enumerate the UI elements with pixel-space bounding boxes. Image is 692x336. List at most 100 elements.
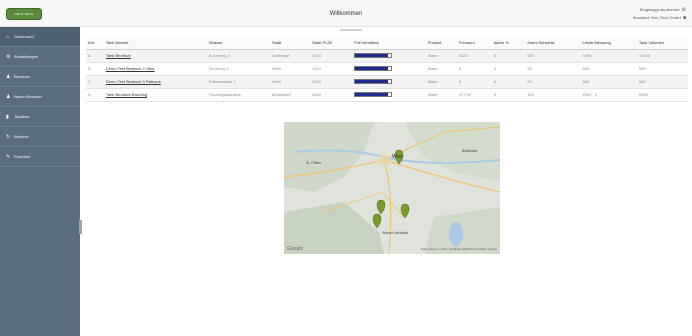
sidebar-item-reports[interactable]: ↻ Berichte — [0, 127, 80, 147]
column-header[interactable]: ID# — [86, 36, 104, 50]
map-canvas[interactable]: Wien St. Pölten Wiener Neustadt Bratisla… — [284, 122, 500, 254]
map-label-wien: Wien — [392, 154, 404, 160]
cell-last-measure: 500 — [580, 62, 637, 76]
cell-free: 5323 — [456, 49, 492, 63]
column-header[interactable]: Stadt — [269, 36, 311, 50]
sidebar-item-label: Produkte — [14, 154, 31, 159]
google-logo[interactable]: Google — [287, 246, 303, 252]
cell-alarm-threshold: 25 — [525, 62, 581, 76]
cell-alarm-threshold: 25 — [525, 75, 581, 89]
column-header[interactable]: Strasse — [206, 36, 270, 50]
cell-alarm-pct: 5 — [491, 49, 526, 63]
sidebar-item-new-user[interactable]: ♟ Neuer Benutzer — [0, 87, 80, 107]
fill-level — [355, 80, 389, 83]
tank-table: ID# Tank Name# Strasse Stadt Stadt PLZ# … — [86, 36, 688, 102]
panel-splitter[interactable] — [340, 29, 362, 31]
fill-level-bar — [354, 66, 393, 71]
sidebar-item-label: Einstellungen — [14, 54, 39, 59]
cell-id: D — [86, 88, 104, 102]
pencil-icon: ✎ — [6, 153, 11, 160]
cell-product: Water — [425, 88, 457, 102]
cell-tank-name-link[interactable]: Tank Beutisch Bisching — [103, 88, 207, 102]
column-header[interactable]: Tank Name# — [103, 36, 207, 50]
cell-free: 477.55 — [456, 88, 492, 102]
sidebar: ⌂ Dashboard ⚙ Einstellungen ♟ Benutzer ♟… — [0, 27, 80, 336]
cell-alarm-pct: 5 — [491, 75, 526, 89]
cell-alarm-threshold: 500 — [525, 49, 581, 63]
cell-last-measure: 2022 - 2 — [580, 88, 637, 102]
sidebar-item-label: Neuer Benutzer — [14, 94, 43, 99]
sidebar-item-dashboard[interactable]: ⌂ Dashboard — [0, 27, 80, 47]
sidebar-item-label: Tankliste — [14, 114, 30, 119]
cell-plz: 1010 — [310, 75, 353, 89]
top-bar: NETZ-TECH Willkommen Eingeloggt als sber… — [0, 0, 692, 27]
cell-product: Water — [425, 49, 457, 63]
fill-level-bar — [354, 53, 393, 58]
cell-product: Water — [425, 62, 457, 76]
column-header[interactable]: Stadt PLZ# — [310, 36, 353, 50]
cell-id: B — [86, 62, 104, 76]
cell-fill — [352, 88, 426, 102]
company-selector[interactable]: Standard: Neu-Tech GmbH — [633, 15, 681, 20]
column-header[interactable]: Letzte Messung — [580, 36, 637, 50]
column-header[interactable]: Alarm % — [491, 36, 526, 50]
sidebar-item-label: Berichte — [14, 134, 29, 139]
cell-volume: 10000 — [636, 49, 688, 63]
cell-alarm-pct: 5 — [491, 62, 526, 76]
fill-level — [355, 93, 389, 96]
settings-icon: ⚙ — [6, 53, 11, 60]
sidebar-item-settings[interactable]: ⚙ Einstellungen — [0, 47, 80, 67]
fill-level — [355, 67, 389, 70]
cell-plz: 2344 — [310, 49, 353, 63]
table-row[interactable]: B Demo Test Beutisch 2 Ober Schiering 1 … — [86, 62, 688, 76]
chart-icon: ▮ — [6, 113, 9, 120]
cell-city: Loderwalf — [269, 49, 311, 63]
sidebar-resize-handle[interactable] — [79, 220, 82, 234]
cell-product: Water — [425, 75, 457, 89]
refresh-icon: ↻ — [6, 133, 11, 140]
column-header[interactable]: Freiraum — [456, 36, 492, 50]
cell-street: Schiering 1 — [206, 62, 270, 76]
page-title: Willkommen — [329, 11, 363, 17]
cell-plz: 1010 — [310, 62, 353, 76]
cell-street: Rathausplatz 1 — [206, 75, 270, 89]
cell-street: Autohweg 3 — [206, 49, 270, 63]
cell-last-measure: 4000 — [580, 49, 637, 63]
column-header[interactable]: Alarm Schwelle — [525, 36, 581, 50]
tank-map[interactable]: Wien St. Pölten Wiener Neustadt Bratisla… — [284, 122, 500, 254]
cell-fill — [352, 49, 426, 63]
table-row[interactable]: D Tank Beutisch Bisching Fischingasstras… — [86, 88, 688, 102]
table-row[interactable]: C Demo Test Beutisch 3 Rathaus Rathauspl… — [86, 75, 688, 89]
cell-tank-name-link[interactable]: Demo Test Beutisch 3 Rathaus — [103, 75, 207, 89]
cell-volume: 500 — [636, 75, 688, 89]
cell-alarm-pct: 5 — [491, 88, 526, 102]
cell-city: Wien — [269, 62, 311, 76]
sidebar-item-tanks[interactable]: ▮ Tankliste — [0, 107, 80, 127]
map-label-bratislava: Bratislava — [462, 149, 477, 153]
cell-city: Birsbisdorf — [269, 88, 311, 102]
cell-free: 0 — [456, 75, 492, 89]
table-row[interactable]: A Tank Beutisch Autohweg 3 Loderwalf 234… — [86, 49, 688, 63]
table-header-row: ID# Tank Name# Strasse Stadt Stadt PLZ# … — [86, 36, 688, 50]
map-label-wiener-neustadt: Wiener Neustadt — [382, 231, 408, 235]
cell-alarm-threshold: 150 — [525, 88, 581, 102]
home-icon: ⌂ — [6, 33, 10, 40]
cell-volume: 5000 — [636, 88, 688, 102]
fill-level-bar — [354, 92, 393, 97]
sidebar-item-products[interactable]: ✎ Produkte — [0, 147, 80, 167]
cell-tank-name-link[interactable]: Demo Test Beutisch 2 Ober — [103, 62, 207, 76]
column-header[interactable]: Füll Verhältnis — [352, 36, 426, 50]
map-credit[interactable]: Kartendaten © 2017 GeoBasis-DE/BKG (©200… — [421, 247, 497, 251]
column-header[interactable]: Produkt — [425, 36, 457, 50]
column-header[interactable]: Tank Volumen — [636, 36, 688, 50]
cell-plz: 2460 — [310, 88, 353, 102]
cell-tank-name-link[interactable]: Tank Beutisch — [103, 49, 207, 63]
user-box: Eingeloggt als sbernet ⚙ Standard: Neu-Te… — [633, 6, 686, 22]
sidebar-item-users[interactable]: ♟ Benutzer — [0, 67, 80, 87]
exit-icon[interactable]: ■ — [683, 14, 686, 22]
add-user-icon: ♟ — [6, 93, 11, 100]
cell-last-measure: 500 — [580, 75, 637, 89]
fill-level — [355, 54, 389, 57]
map-label-st-poelten: St. Pölten — [306, 161, 321, 165]
gear-icon[interactable]: ⚙ — [682, 6, 686, 14]
